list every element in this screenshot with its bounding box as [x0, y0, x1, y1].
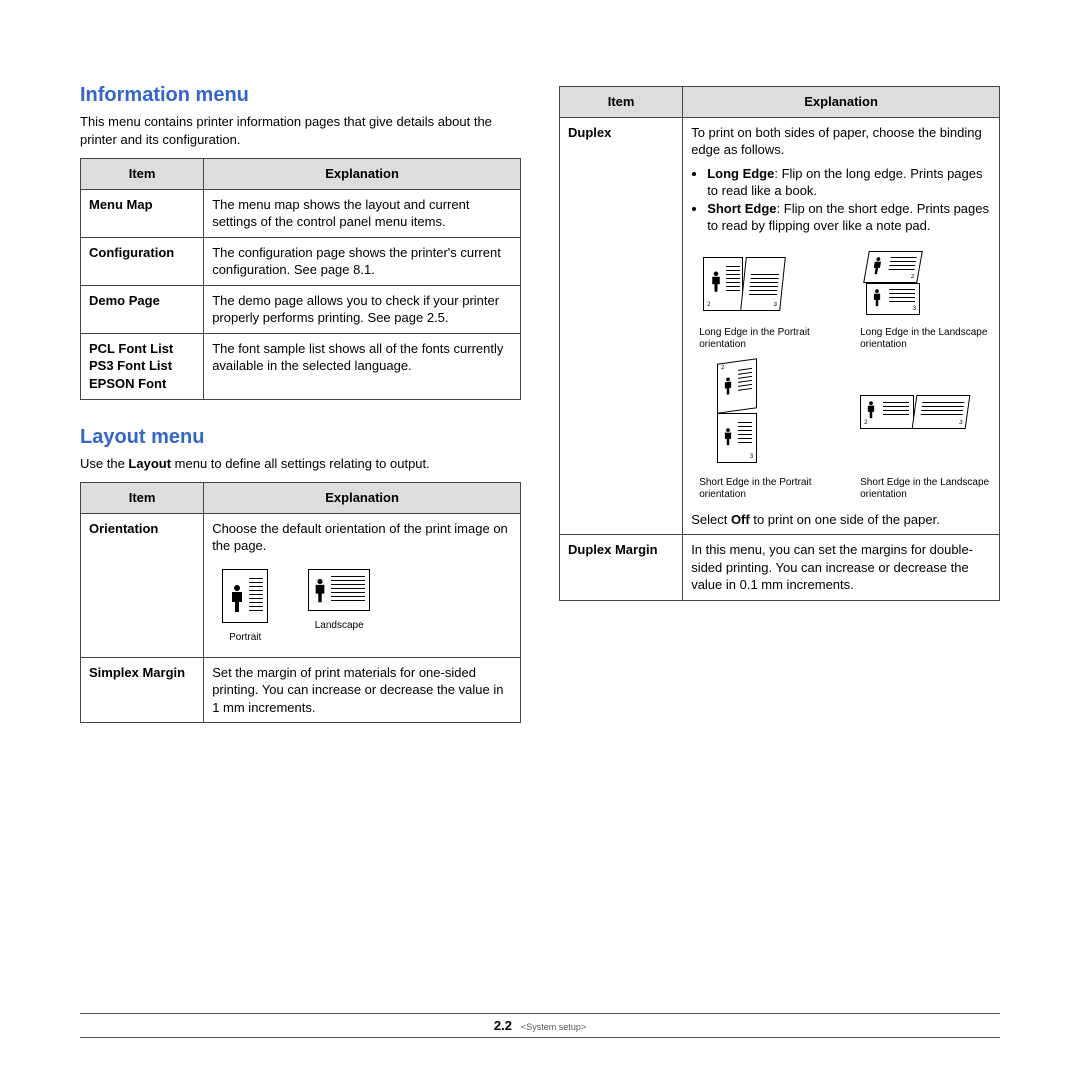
col-header-item: Item [560, 87, 683, 118]
item-cell: Demo Page [81, 285, 204, 333]
portrait-thumb: Portrait [222, 569, 268, 645]
page-footer: 2.2 <System setup> [80, 1013, 1000, 1038]
layout-menu-heading: Layout menu [80, 426, 521, 449]
col-header-item: Item [81, 483, 204, 514]
col-header-explanation: Explanation [204, 483, 521, 514]
info-menu-heading: Information menu [80, 84, 521, 107]
explanation-cell: Set the margin of print materials for on… [204, 657, 521, 723]
right-column: Item Explanation Duplex To print on both… [559, 80, 1000, 723]
duplex-fig-short-landscape: 2 3 Short [860, 361, 991, 501]
layout-menu-table-cont: Item Explanation Duplex To print on both… [559, 86, 1000, 601]
explanation-cell: Choose the default orientation of the pr… [204, 513, 521, 657]
table-row: Orientation Choose the default orientati… [81, 513, 521, 657]
duplex-fig-long-portrait: 2 3 Long Edge in the Portrait orientatio… [699, 251, 830, 351]
left-column: Information menu This menu contains prin… [80, 80, 521, 723]
layout-menu-intro: Use the Layout menu to define all settin… [80, 455, 521, 473]
table-row: Simplex Margin Set the margin of print m… [81, 657, 521, 723]
item-cell: Simplex Margin [81, 657, 204, 723]
person-icon [313, 578, 327, 604]
item-cell: Duplex [560, 117, 683, 535]
item-cell: PCL Font List PS3 Font List EPSON Font [81, 333, 204, 399]
explanation-cell: In this menu, you can set the margins fo… [683, 535, 1000, 601]
duplex-fig-long-landscape: 2 3 [860, 251, 991, 351]
table-row: Duplex To print on both sides of paper, … [560, 117, 1000, 535]
explanation-cell: The menu map shows the layout and curren… [204, 189, 521, 237]
explanation-cell: To print on both sides of paper, choose … [683, 117, 1000, 535]
col-header-item: Item [81, 159, 204, 190]
explanation-cell: The font sample list shows all of the fo… [204, 333, 521, 399]
duplex-figure-grid: 2 3 Long Edge in the Portrait orientatio… [699, 251, 991, 501]
layout-menu-table: Item Explanation Orientation Choose the … [80, 482, 521, 723]
explanation-cell: The demo page allows you to check if you… [204, 285, 521, 333]
table-row: Configuration The configuration page sho… [81, 237, 521, 285]
item-cell: Orientation [81, 513, 204, 657]
page: Information menu This menu contains prin… [0, 0, 1080, 1080]
table-row: Duplex Margin In this menu, you can set … [560, 535, 1000, 601]
duplex-fig-short-portrait: 2 3 [699, 361, 830, 501]
landscape-thumb: Landscape [308, 569, 370, 645]
item-cell: Duplex Margin [560, 535, 683, 601]
table-row: Menu Map The menu map shows the layout a… [81, 189, 521, 237]
explanation-cell: The configuration page shows the printer… [204, 237, 521, 285]
info-menu-intro: This menu contains printer information p… [80, 113, 521, 148]
col-header-explanation: Explanation [204, 159, 521, 190]
table-row: PCL Font List PS3 Font List EPSON Font T… [81, 333, 521, 399]
item-cell: Configuration [81, 237, 204, 285]
info-menu-table: Item Explanation Menu Map The menu map s… [80, 158, 521, 399]
duplex-off-note: Select Off to print on one side of the p… [691, 511, 991, 529]
item-cell: Menu Map [81, 189, 204, 237]
col-header-explanation: Explanation [683, 87, 1000, 118]
table-row: Demo Page The demo page allows you to ch… [81, 285, 521, 333]
person-icon [229, 584, 245, 614]
